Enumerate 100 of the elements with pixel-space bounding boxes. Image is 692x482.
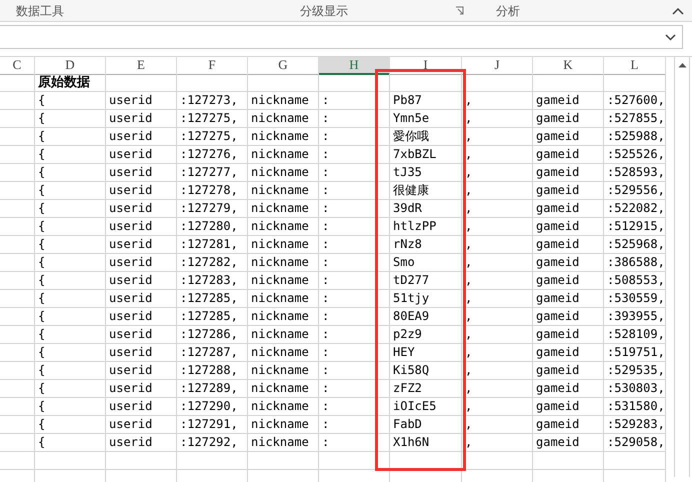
table-cell: gameid: [533, 326, 604, 344]
table-cell: :529283,: [604, 416, 666, 434]
table-cell: :127288,: [177, 362, 248, 380]
table-cell: :: [319, 398, 390, 416]
table-cell: 7xbBZL: [390, 146, 462, 164]
collapse-ribbon-icon[interactable]: [672, 7, 684, 15]
table-cell: :: [319, 128, 390, 146]
table-cell: :127283,: [177, 272, 248, 290]
table-cell: 80EA9: [390, 308, 462, 326]
dialog-launcher-icon[interactable]: [455, 6, 464, 15]
table-cell: :519751,: [604, 344, 666, 362]
empty-cell: [106, 452, 177, 470]
table-cell: userid: [106, 380, 177, 398]
table-cell: nickname: [248, 200, 319, 218]
vertical-scrollbar[interactable]: [674, 57, 690, 477]
table-cell: nickname: [248, 362, 319, 380]
table-cell: userid: [106, 110, 177, 128]
column-header[interactable]: E: [106, 57, 177, 75]
table-cell: :: [319, 182, 390, 200]
table-cell: {: [35, 182, 106, 200]
table-cell: gameid: [533, 362, 604, 380]
table-cell: Ymn5e: [390, 110, 462, 128]
table-cell: gameid: [533, 218, 604, 236]
table-cell: :527600,: [604, 92, 666, 110]
table-cell: ,: [462, 182, 533, 200]
column-header[interactable]: D: [35, 57, 106, 75]
empty-cell: [0, 434, 35, 452]
table-cell: gameid: [533, 344, 604, 362]
table-cell: :: [319, 254, 390, 272]
table-cell: {: [35, 236, 106, 254]
table-cell: :531580,: [604, 398, 666, 416]
table-cell: 51tjy: [390, 290, 462, 308]
table-cell: :512915,: [604, 218, 666, 236]
table-cell: {: [35, 146, 106, 164]
table-cell: :522082,: [604, 200, 666, 218]
table-cell: ,: [462, 380, 533, 398]
empty-cell: [177, 452, 248, 470]
empty-cell: [0, 272, 35, 290]
table-cell: :: [319, 164, 390, 182]
table-cell: :: [319, 272, 390, 290]
empty-cell: [0, 218, 35, 236]
expand-caret-icon[interactable]: [665, 34, 676, 40]
empty-cell: [0, 92, 35, 110]
column-header[interactable]: L: [604, 57, 666, 75]
table-cell: X1h6N: [390, 434, 462, 452]
table-cell: 愛你哦: [390, 128, 462, 146]
table-cell: :525526,: [604, 146, 666, 164]
table-cell: tJ35: [390, 164, 462, 182]
column-header[interactable]: J: [462, 57, 533, 75]
table-cell: ,: [462, 416, 533, 434]
table-cell: {: [35, 362, 106, 380]
table-cell: :528593,: [604, 164, 666, 182]
table-cell: userid: [106, 416, 177, 434]
empty-cell: [248, 74, 319, 92]
table-cell: :: [319, 290, 390, 308]
table-cell: :127285,: [177, 308, 248, 326]
table-cell: {: [35, 272, 106, 290]
table-cell: tD277: [390, 272, 462, 290]
empty-cell: [533, 452, 604, 470]
table-cell: ,: [462, 272, 533, 290]
scroll-up-icon[interactable]: [678, 62, 686, 68]
table-cell: gameid: [533, 164, 604, 182]
table-cell: FabD: [390, 416, 462, 434]
empty-cell: [0, 308, 35, 326]
table-cell: ,: [462, 236, 533, 254]
column-header[interactable]: K: [533, 57, 604, 75]
table-cell: gameid: [533, 128, 604, 146]
table-cell: userid: [106, 182, 177, 200]
table-cell: :529058,: [604, 434, 666, 452]
table-cell: :: [319, 362, 390, 380]
column-header[interactable]: H: [319, 57, 390, 75]
table-cell: :127282,: [177, 254, 248, 272]
table-cell: nickname: [248, 110, 319, 128]
column-header[interactable]: I: [390, 57, 462, 75]
table-cell: :528109,: [604, 326, 666, 344]
table-cell: :: [319, 200, 390, 218]
table-cell: userid: [106, 92, 177, 110]
empty-cell: [0, 326, 35, 344]
table-cell: gameid: [533, 380, 604, 398]
table-cell: :127291,: [177, 416, 248, 434]
table-cell: ,: [462, 128, 533, 146]
table-cell: gameid: [533, 200, 604, 218]
empty-cell: [0, 128, 35, 146]
table-cell: :127273,: [177, 92, 248, 110]
empty-cell: [0, 416, 35, 434]
table-cell: :127286,: [177, 326, 248, 344]
table-cell: :386588,: [604, 254, 666, 272]
empty-cell: [319, 74, 390, 92]
table-cell: {: [35, 398, 106, 416]
table-cell: :127290,: [177, 398, 248, 416]
column-header[interactable]: F: [177, 57, 248, 75]
table-cell: 原始数据: [35, 74, 106, 92]
column-header[interactable]: C: [0, 57, 35, 75]
table-cell: ,: [462, 362, 533, 380]
table-cell: ,: [462, 254, 533, 272]
table-cell: {: [35, 128, 106, 146]
table-cell: Smo: [390, 254, 462, 272]
table-cell: :525968,: [604, 236, 666, 254]
table-cell: Ki58Q: [390, 362, 462, 380]
table-cell: {: [35, 326, 106, 344]
